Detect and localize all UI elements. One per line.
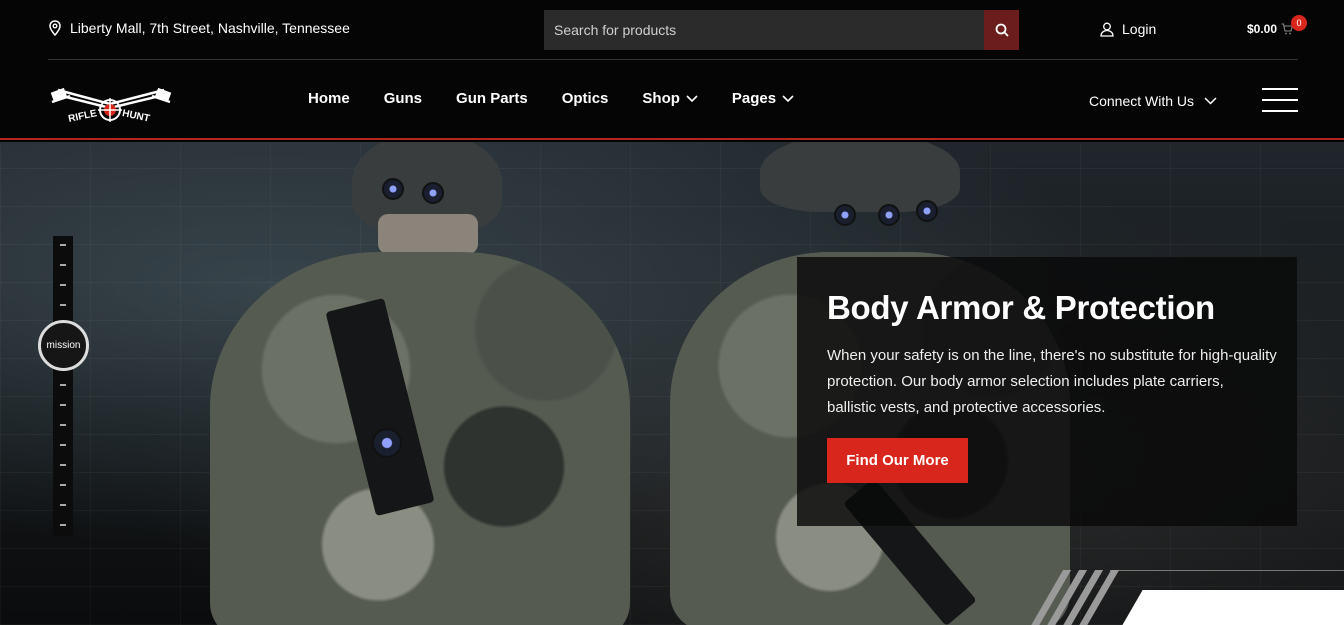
hero-title: Body Armor & Protection	[827, 289, 1215, 326]
hero-description: When your safety is on the line, there's…	[827, 347, 1277, 416]
hamburger-line	[1262, 110, 1298, 112]
nav-item-label: Home	[308, 90, 350, 107]
nav-item-pages[interactable]: Pages	[732, 90, 794, 107]
main-nav: RIFLE HUNT Home Guns Gun Parts Optics Sh…	[48, 60, 1298, 140]
hero-soldier-left	[120, 142, 640, 625]
nav-item-label: Optics	[561, 90, 609, 107]
cart-button[interactable]: $0.00	[1247, 22, 1294, 36]
nav-item-home[interactable]: Home	[308, 90, 350, 107]
hero-content-panel: Body Armor & Protection When your safety…	[797, 257, 1297, 526]
nav-item-gun-parts[interactable]: Gun Parts	[456, 90, 528, 107]
decorative-corner-shape	[1108, 590, 1344, 625]
connect-label: Connect With Us	[1089, 93, 1195, 109]
timeline-track[interactable]	[53, 236, 73, 536]
nav-item-label: Gun Parts	[456, 90, 528, 107]
search-bar	[544, 10, 1019, 50]
nav-menu: Home Guns Gun Parts Optics Shop Pages	[308, 90, 794, 107]
store-address: Liberty Mall, 7th Street, Nashville, Ten…	[48, 20, 350, 36]
map-pin-icon	[49, 20, 61, 36]
timeline-mission-marker[interactable]: mission	[38, 320, 89, 371]
nav-item-optics[interactable]: Optics	[562, 90, 609, 107]
site-header: Liberty Mall, 7th Street, Nashville, Ten…	[0, 0, 1344, 140]
decorative-line	[1110, 570, 1344, 571]
chevron-down-icon	[1204, 97, 1217, 105]
nav-item-label: Pages	[731, 90, 777, 107]
search-icon	[995, 23, 1009, 37]
nav-item-label: Shop	[642, 90, 680, 107]
hero-banner: mission Body Armor & Protection When you…	[0, 142, 1344, 625]
nav-item-guns[interactable]: Guns	[384, 90, 422, 107]
connect-dropdown[interactable]: Connect With Us	[1089, 93, 1217, 109]
site-logo[interactable]: RIFLE HUNT	[50, 76, 172, 128]
hamburger-line	[1262, 99, 1298, 101]
cart-count-badge: 0	[1291, 15, 1307, 31]
top-bar: Liberty Mall, 7th Street, Nashville, Ten…	[48, 0, 1307, 60]
nav-item-label: Guns	[383, 90, 423, 107]
hamburger-menu-button[interactable]	[1262, 88, 1298, 112]
logo-text-left: RIFLE	[67, 108, 98, 125]
hamburger-line	[1262, 88, 1298, 90]
login-link[interactable]: Login	[1100, 21, 1156, 37]
login-label: Login	[1122, 21, 1157, 37]
timeline-label: mission	[46, 340, 81, 351]
address-text: Liberty Mall, 7th Street, Nashville, Ten…	[70, 20, 350, 36]
rifle-hunt-logo-icon: RIFLE HUNT	[50, 87, 172, 125]
nav-item-shop[interactable]: Shop	[642, 90, 698, 107]
search-button[interactable]	[984, 10, 1019, 50]
search-input[interactable]	[544, 10, 984, 50]
chevron-down-icon	[782, 94, 794, 102]
cart-total: $0.00	[1247, 22, 1278, 36]
logo-text-right: HUNT	[121, 108, 150, 125]
chevron-down-icon	[686, 94, 698, 102]
find-out-more-button[interactable]: Find Our More	[827, 438, 968, 483]
decorative-stripes	[1016, 570, 1120, 625]
user-icon	[1100, 22, 1114, 37]
